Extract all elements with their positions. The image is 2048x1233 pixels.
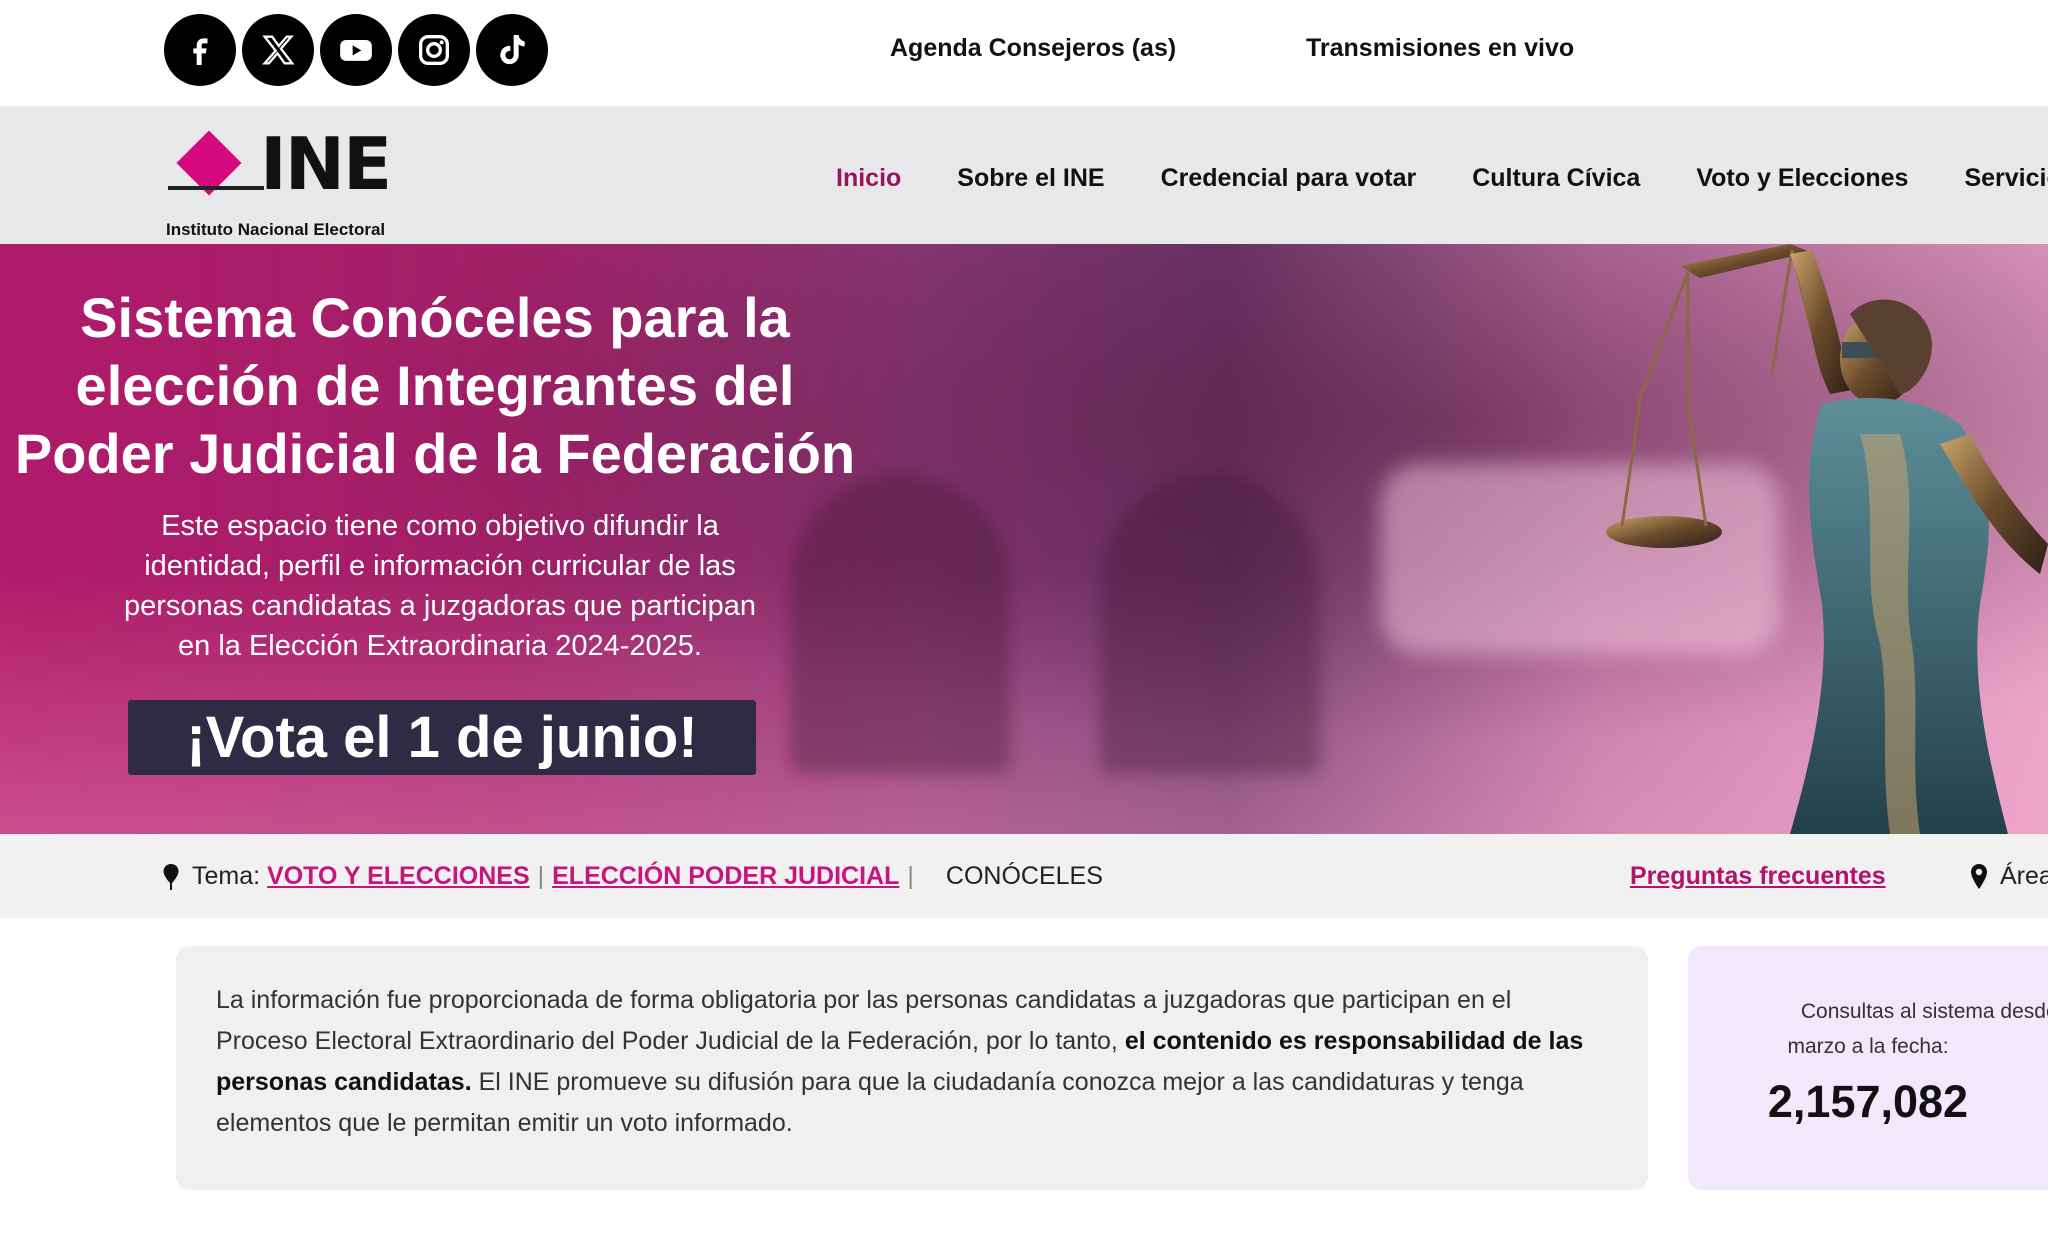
area-label: Área	[2000, 862, 2048, 890]
instagram-link[interactable]	[398, 12, 470, 88]
hero-figure-silhouette	[790, 474, 1010, 774]
logo-underline	[168, 186, 264, 190]
counter-label: Consultas al sistema desde e	[1800, 1000, 2048, 1023]
social-links	[164, 12, 548, 88]
x-link[interactable]	[242, 12, 314, 88]
hero-desc-line: Este espacio tiene como objetivo difundi…	[161, 510, 719, 542]
faq-link[interactable]: Preguntas frecuentes	[1630, 862, 1886, 891]
area-link[interactable]: Área	[1968, 862, 2048, 891]
transmisiones-link[interactable]: Transmisiones en vivo	[1306, 34, 1574, 63]
instagram-icon	[398, 14, 470, 86]
youtube-link[interactable]	[320, 12, 392, 88]
counter-value: 2,157,082	[1767, 1076, 1969, 1127]
vote-date-banner: ¡Vota el 1 de junio!	[128, 700, 756, 775]
tiktok-icon	[476, 14, 548, 86]
breadcrumb-link-eleccion[interactable]: ELECCIÓN PODER JUDICIAL	[552, 862, 899, 891]
youtube-icon	[320, 14, 392, 86]
main-navbar: INE Instituto Nacional Electoral Inicio …	[0, 106, 2048, 244]
location-icon	[1971, 863, 1987, 889]
breadcrumb-separator: |	[907, 862, 914, 890]
hero-title-line: elección de Integrantes del	[75, 354, 795, 417]
disclaimer-card: La información fue proporcionada de form…	[176, 946, 1648, 1190]
hero-banner: Sistema Conóceles para la elección de In…	[0, 244, 2048, 834]
breadcrumb-bar: Tema: VOTO Y ELECCIONES | ELECCIÓN PODER…	[0, 834, 2048, 918]
logo-subtitle: Instituto Nacional Electoral	[166, 220, 386, 239]
agenda-consejeros-link[interactable]: Agenda Consejeros (as)	[890, 34, 1176, 63]
hero-description: Este espacio tiene como objetivo difundi…	[80, 506, 800, 666]
hero-desc-line: en la Elección Extraordinaria 2024-2025.	[178, 630, 702, 662]
hero-title: Sistema Conóceles para la elección de In…	[10, 284, 860, 488]
breadcrumb: Tema: VOTO Y ELECCIONES | ELECCIÓN PODER…	[160, 862, 1103, 891]
breadcrumb-link-voto[interactable]: VOTO Y ELECCIONES	[267, 862, 530, 891]
facebook-icon	[164, 14, 236, 86]
lady-justice-image	[1606, 244, 2048, 834]
tiktok-link[interactable]	[476, 12, 548, 88]
hero-title-line: Sistema Conóceles para la	[80, 286, 790, 349]
x-icon	[242, 14, 314, 86]
nav-item-inicio[interactable]: Inicio	[836, 164, 901, 193]
nav-item-voto-y-elecciones[interactable]: Voto y Elecciones	[1696, 164, 1908, 193]
hero-desc-line: personas candidatas a juzgadoras que par…	[124, 590, 756, 622]
facebook-link[interactable]	[164, 12, 236, 88]
main-nav: Inicio Sobre el INE Credencial para vota…	[836, 164, 2048, 193]
nav-item-servicios[interactable]: Servicios	[1964, 164, 2048, 193]
hero-title-line: Poder Judicial de la Federación	[14, 422, 856, 485]
nav-item-sobre-el-ine[interactable]: Sobre el INE	[957, 164, 1104, 193]
nav-item-credencial[interactable]: Credencial para votar	[1161, 164, 1417, 193]
nav-item-cultura-civica[interactable]: Cultura Cívica	[1472, 164, 1640, 193]
breadcrumb-prefix: Tema:	[192, 862, 261, 890]
breadcrumb-separator: |	[537, 862, 545, 890]
counter-label: marzo a la fecha:	[1787, 1035, 1949, 1058]
query-counter-card: Consultas al sistema desde e marzo a la …	[1688, 946, 2048, 1190]
ine-logo[interactable]: INE Instituto Nacional Electoral	[164, 122, 444, 239]
top-bar: Agenda Consejeros (as) Transmisiones en …	[0, 0, 2048, 106]
map-pin-icon	[163, 863, 179, 890]
hero-figure-silhouette	[1100, 474, 1320, 774]
hero-desc-line: identidad, perfil e información curricul…	[144, 550, 736, 582]
logo-wordmark: INE	[260, 122, 392, 206]
breadcrumb-current: CONÓCELES	[945, 862, 1103, 890]
